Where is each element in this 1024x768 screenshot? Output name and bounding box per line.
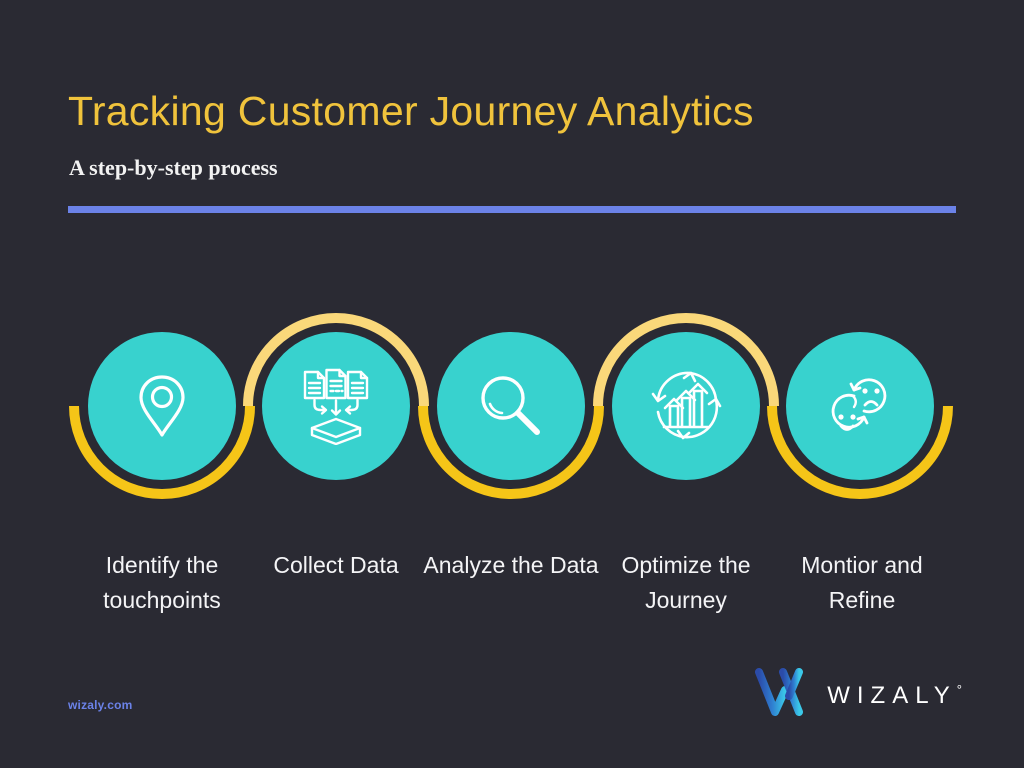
location-pin-icon — [125, 369, 199, 443]
process-node-1[interactable] — [88, 332, 236, 480]
wizaly-logo: WIZALY° — [755, 668, 962, 723]
growth-arrows-cycle-icon — [646, 366, 726, 446]
process-node-5[interactable] — [786, 332, 934, 480]
wizaly-degree-mark: ° — [956, 681, 962, 697]
process-labels: Identify the touchpoints Collect Data An… — [0, 548, 1024, 638]
site-url-link[interactable]: wizaly.com — [68, 698, 132, 712]
process-label-2: Collect Data — [273, 552, 399, 578]
process-node-2[interactable] — [262, 332, 410, 480]
header-divider — [68, 206, 956, 213]
process-label-4: Optimize the Journey — [621, 552, 751, 613]
process-node-3[interactable] — [437, 332, 585, 480]
process-label-5: Montior and Refine — [801, 552, 923, 613]
slide-canvas: Tracking Customer Journey Analytics A st… — [0, 0, 1024, 768]
process-label-3: Analyze the Data — [423, 552, 599, 578]
magnifying-glass-icon — [473, 368, 549, 444]
page-title: Tracking Customer Journey Analytics — [68, 88, 754, 134]
wizaly-w-mark-icon — [755, 668, 813, 723]
faces-feedback-loop-icon — [820, 367, 900, 445]
wizaly-wordmark: WIZALY° — [827, 682, 962, 710]
process-diagram — [0, 296, 1024, 516]
process-label-1: Identify the touchpoints — [103, 552, 221, 613]
documents-to-tray-icon — [296, 367, 376, 445]
process-nodes — [0, 296, 1024, 516]
process-node-4[interactable] — [612, 332, 760, 480]
wizaly-wordmark-text: WIZALY — [827, 681, 957, 709]
page-subtitle: A step-by-step process — [69, 155, 278, 180]
